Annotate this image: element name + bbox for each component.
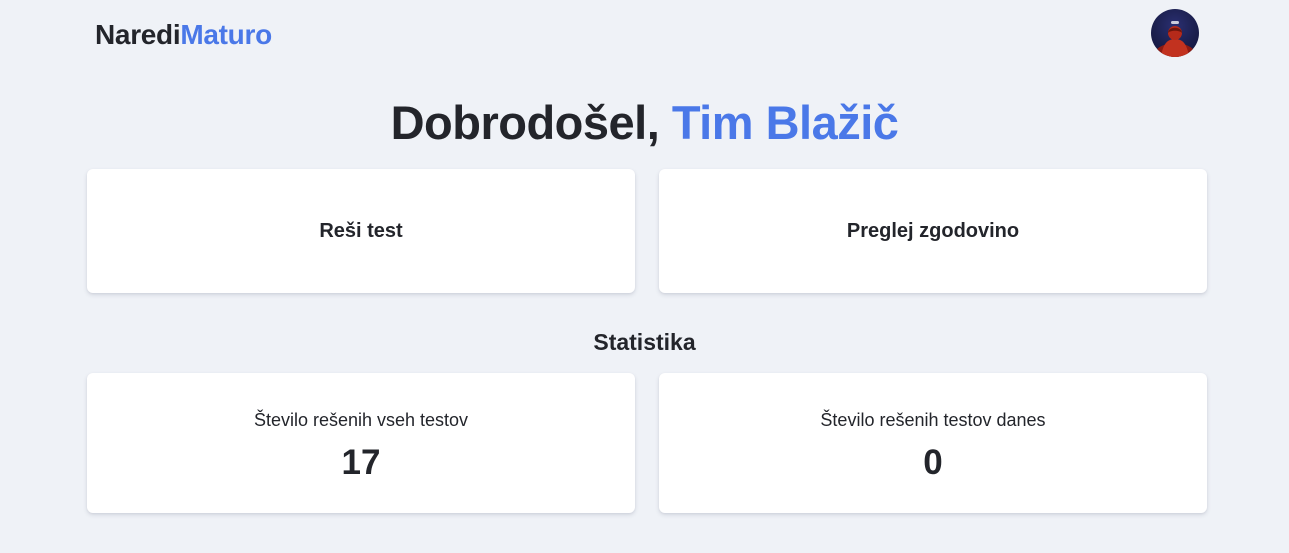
user-avatar-button[interactable] — [1151, 9, 1199, 57]
take-test-label: Reši test — [319, 219, 403, 242]
view-history-button[interactable]: Preglej zgodovino — [659, 169, 1207, 293]
statistics-heading: Statistika — [593, 329, 696, 355]
stat-today-value: 0 — [923, 443, 943, 482]
welcome-user-name: Tim Blažič — [671, 96, 899, 149]
stat-total-value: 17 — [341, 443, 381, 482]
logo-text-maturo: Maturo — [180, 19, 272, 50]
take-test-button[interactable]: Reši test — [87, 169, 635, 293]
user-avatar-icon — [1153, 21, 1197, 57]
app-logo[interactable]: NarediMaturo — [95, 17, 272, 53]
stat-total-label: Število rešenih vseh testov — [253, 410, 469, 430]
stat-today-label: Število rešenih testov danes — [820, 410, 1046, 430]
stat-card-today-tests: Število rešenih testov danes 0 — [659, 373, 1207, 513]
view-history-label: Preglej zgodovino — [846, 219, 1020, 242]
welcome-greeting: Dobrodošel, — [390, 96, 672, 149]
stat-card-total-tests: Število rešenih vseh testov 17 — [87, 373, 635, 513]
welcome-heading: Dobrodošel, Tim Blažič — [0, 93, 1289, 153]
logo-text-naredi: Naredi — [95, 19, 181, 50]
